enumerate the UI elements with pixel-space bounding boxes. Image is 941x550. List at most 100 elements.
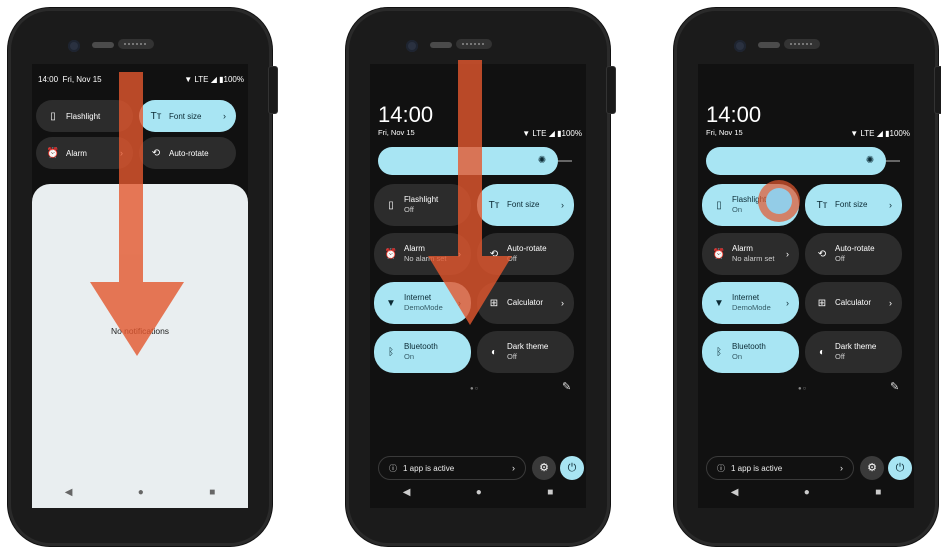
camera-icon <box>68 40 80 52</box>
wifi-icon: ▼ <box>184 74 193 84</box>
dark-theme-icon: ◐ <box>490 346 498 358</box>
recents-icon[interactable]: ■ <box>547 487 553 498</box>
tile-label: Auto-rotate <box>507 244 547 253</box>
tile-calculator[interactable]: ⊞ Calculator › <box>477 282 574 324</box>
home-icon[interactable]: ● <box>138 487 144 498</box>
tile-label: Flashlight <box>66 111 101 121</box>
back-icon[interactable]: ◀ <box>403 487 411 498</box>
side-button <box>934 66 941 114</box>
tile-alarm[interactable]: ⏰ Alarm › <box>36 137 133 169</box>
signal-icon: ◢ <box>210 74 217 84</box>
alarm-icon: ⏰ <box>712 248 726 260</box>
wifi-icon: ▼ <box>522 128 531 138</box>
tile-label: Auto-rotate <box>835 244 875 253</box>
chevron-right-icon: › <box>786 298 789 308</box>
tile-bluetooth[interactable]: ᛒ Bluetooth On <box>374 331 471 373</box>
tile-auto-rotate[interactable]: ⟲ Auto-rotate <box>139 137 236 169</box>
tile-label: Dark theme <box>507 342 549 351</box>
page-indicator: ●○ <box>470 386 480 392</box>
tile-label: Dark theme <box>835 342 877 351</box>
auto-rotate-icon: ⟲ <box>817 248 827 260</box>
screen-2: 14:00 Fri, Nov 15 ▼ LTE ◢ ▮ 100% ✺ ▯ Flas… <box>370 64 586 508</box>
brightness-slider[interactable]: ✺ <box>706 147 886 175</box>
speaker-grille <box>784 39 820 49</box>
brightness-slider[interactable]: ✺ <box>378 147 558 175</box>
notification-shade[interactable]: No notifications <box>32 184 248 508</box>
side-button <box>606 66 616 114</box>
tile-flashlight[interactable]: ▯ Flashlight On <box>702 184 799 226</box>
tile-sub: No alarm set <box>404 254 447 263</box>
tile-sub: Off <box>507 352 517 361</box>
tile-flashlight[interactable]: ▯ Flashlight Off <box>374 184 471 226</box>
tile-alarm[interactable]: ⏰ Alarm No alarm set › <box>702 233 799 275</box>
edit-pencil-icon[interactable]: ✎ <box>890 380 899 393</box>
status-time: 14:00 <box>38 74 59 84</box>
network-label: LTE <box>532 128 547 138</box>
bluetooth-icon: ᛒ <box>388 346 394 358</box>
tile-label: Internet <box>404 293 432 302</box>
tile-font-size[interactable]: Tт Font size › <box>139 100 236 132</box>
dark-theme-icon: ◐ <box>818 346 826 358</box>
recents-icon[interactable]: ■ <box>875 487 881 498</box>
tile-dark-theme[interactable]: ◐ Dark theme Off <box>805 331 902 373</box>
sensor-pill <box>92 42 114 48</box>
status-icons: ▼ LTE ◢ ▮ 100% <box>492 126 582 140</box>
tile-sub: DemoMode <box>404 303 443 312</box>
flashlight-icon: ▯ <box>388 199 394 211</box>
network-label: LTE <box>194 74 209 84</box>
nav-bar: ◀ ● ■ <box>698 476 914 508</box>
back-icon[interactable]: ◀ <box>65 487 73 498</box>
tile-label: Calculator <box>835 298 872 307</box>
brightness-icon[interactable]: ✺ <box>536 155 548 167</box>
chevron-right-icon: › <box>889 200 892 210</box>
network-label: LTE <box>860 128 875 138</box>
brightness-track <box>886 160 900 162</box>
recents-icon[interactable]: ■ <box>209 487 215 498</box>
no-notifications-text: No notifications <box>110 326 170 336</box>
tile-sub: Off <box>835 254 845 263</box>
tile-auto-rotate[interactable]: ⟲ Auto-rotate Off <box>805 233 902 275</box>
tile-calculator[interactable]: ⊞ Calculator › <box>805 282 902 324</box>
tile-sub: Off <box>507 254 517 263</box>
battery-label: 100% <box>889 128 910 138</box>
home-icon[interactable]: ● <box>804 487 810 498</box>
battery-label: 100% <box>223 74 244 84</box>
back-icon[interactable]: ◀ <box>731 487 739 498</box>
tile-label: Font size <box>169 111 202 121</box>
chevron-right-icon: › <box>458 298 461 308</box>
clock: 14:00 <box>378 102 434 127</box>
brightness-icon[interactable]: ✺ <box>864 155 876 167</box>
chevron-right-icon: › <box>889 298 892 308</box>
status-date: Fri, Nov 15 <box>62 74 102 84</box>
tile-font-size[interactable]: Tт Font size › <box>805 184 902 226</box>
tile-label: Alarm <box>404 244 425 253</box>
chevron-right-icon: › <box>120 148 123 158</box>
active-apps-label: 1 app is active <box>731 463 783 473</box>
camera-icon <box>406 40 418 52</box>
phone-3: 14:00 Fri, Nov 15 ▼ LTE ◢ ▮ 100% ✺ ▯ Flas… <box>674 8 941 546</box>
tile-bluetooth[interactable]: ᛒ Bluetooth On <box>702 331 799 373</box>
side-button <box>268 66 278 114</box>
active-apps-label: 1 app is active <box>403 463 455 473</box>
tile-internet[interactable]: ▼ Internet DemoMode › <box>374 282 471 324</box>
edit-pencil-icon[interactable]: ✎ <box>562 380 571 393</box>
sensor-pill <box>430 42 452 48</box>
tile-label: Font size <box>507 200 540 209</box>
screen-3: 14:00 Fri, Nov 15 ▼ LTE ◢ ▮ 100% ✺ ▯ Flas… <box>698 64 914 508</box>
font-size-icon: Tт <box>816 199 828 211</box>
tile-flashlight[interactable]: ▯ Flashlight <box>36 100 133 132</box>
tile-alarm[interactable]: ⏰ Alarm No alarm set › <box>374 233 471 275</box>
tile-internet[interactable]: ▼ Internet DemoMode › <box>702 282 799 324</box>
home-icon[interactable]: ● <box>476 487 482 498</box>
chevron-right-icon: › <box>223 111 226 121</box>
tile-label: Internet <box>732 293 760 302</box>
alarm-icon: ⏰ <box>384 248 398 260</box>
tile-sub: Off <box>404 205 414 214</box>
tile-dark-theme[interactable]: ◐ Dark theme Off <box>477 331 574 373</box>
status-icons: ▼ LTE ◢ ▮ 100% <box>820 126 910 140</box>
wifi-icon: ▼ <box>714 297 724 309</box>
tile-sub: DemoMode <box>732 303 771 312</box>
tile-font-size[interactable]: Tт Font size › <box>477 184 574 226</box>
tile-auto-rotate[interactable]: ⟲ Auto-rotate Off <box>477 233 574 275</box>
bluetooth-icon: ᛒ <box>716 346 722 358</box>
